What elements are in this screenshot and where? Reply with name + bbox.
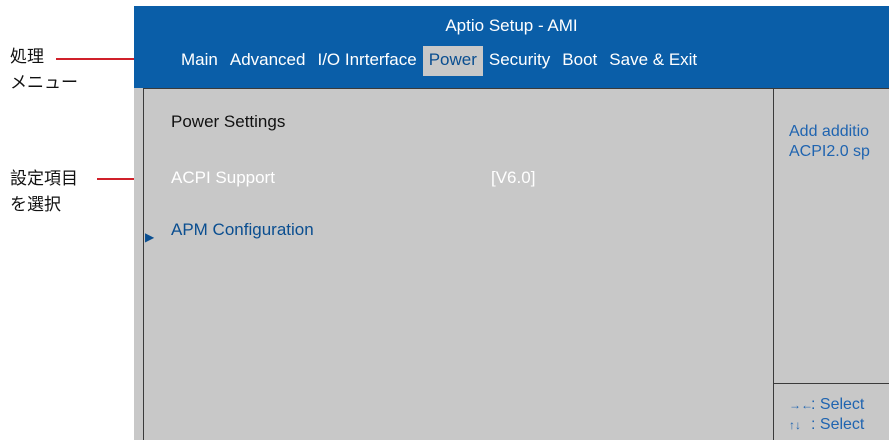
tab-advanced[interactable]: Advanced [224,46,312,76]
item-callout-line-2: を選択 [10,195,61,214]
acpi-support-value[interactable]: [V6.0] [491,167,535,189]
help-panel: Add additio ACPI2.0 sp [789,122,889,162]
apm-configuration-item[interactable]: APM Configuration [171,219,314,241]
section-title: Power Settings [171,112,286,131]
settings-frame [143,88,889,440]
bios-screen: Aptio Setup - AMI Main Advanced I/O Inrt… [134,6,889,440]
key-row-left-right: →← : Select [789,395,864,415]
left-right-arrows-icon: →← [789,398,813,412]
tab-boot[interactable]: Boot [556,46,603,76]
item-callout-label: 設定項目 を選択 [10,166,78,218]
tab-io-interface[interactable]: I/O Inrterface [311,46,422,76]
tab-save-exit[interactable]: Save & Exit [603,46,703,76]
key-row-up-down: ↑↓ : Select [789,415,864,435]
keys-divider [774,383,889,384]
tab-main[interactable]: Main [175,46,224,76]
item-callout-line-1: 設定項目 [10,169,78,188]
key-left-right-text: : Select [811,396,865,413]
tab-security[interactable]: Security [483,46,556,76]
help-divider [773,88,774,440]
key-legend: →← : Select ↑↓ : Select [789,395,864,435]
bios-title: Aptio Setup - AMI [445,16,578,35]
up-down-arrows-icon: ↑↓ [789,418,801,432]
tab-power[interactable]: Power [422,46,483,76]
submenu-arrow-icon: ▶ [145,230,155,244]
menu-callout-label: 処理 メニュー [10,44,78,96]
menu-callout-line-1: 処理 [10,47,44,66]
acpi-support-label[interactable]: ACPI Support [171,167,275,189]
bios-header: Aptio Setup - AMI Main Advanced I/O Inrt… [134,6,889,88]
help-line-1: Add additio [789,123,870,140]
menu-callout-line-2: メニュー [10,73,78,92]
key-up-down-text: : Select [811,416,865,433]
menu-bar: Main Advanced I/O Inrterface Power Secur… [175,46,703,76]
help-line-2: ACPI2.0 sp [789,143,870,160]
